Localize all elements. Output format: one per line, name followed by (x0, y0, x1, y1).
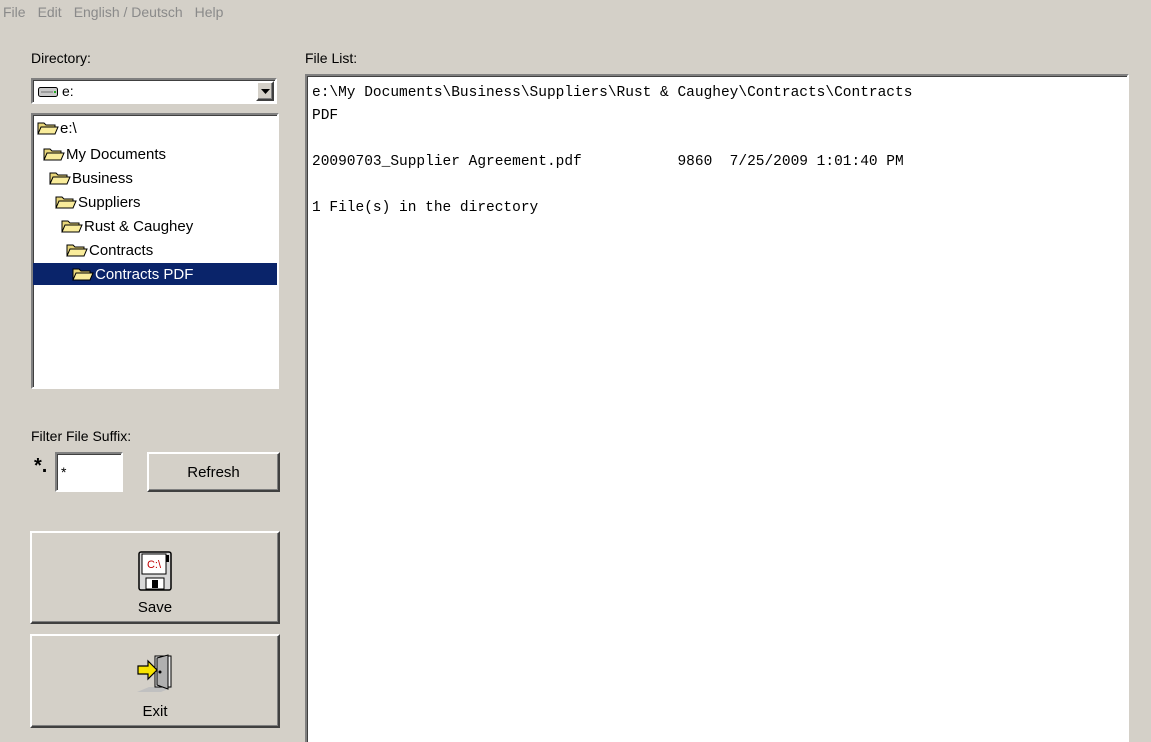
menu-help[interactable]: Help (189, 4, 230, 20)
tree-item-label: Contracts PDF (95, 265, 194, 283)
filter-prefix: *. (34, 455, 48, 477)
folder-open-icon (37, 122, 59, 135)
filter-label: Filter File Suffix: (31, 428, 132, 444)
menu-file[interactable]: File (0, 4, 32, 20)
tree-item-suppliers[interactable]: Suppliers (55, 191, 141, 213)
drive-icon (38, 87, 58, 97)
save-button[interactable]: C:\ Save (30, 531, 280, 624)
file-list-line: e:\My Documents\Business\Suppliers\Rust … (312, 85, 913, 101)
folder-open-icon (72, 268, 94, 281)
tree-item-label: Business (72, 169, 133, 187)
exit-label: Exit (142, 703, 168, 720)
refresh-button[interactable]: Refresh (147, 452, 280, 492)
directory-tree[interactable]: e:\ My Documents Business Suppliers Rust… (31, 113, 279, 389)
drive-select[interactable]: e: (31, 78, 277, 104)
drive-dropdown-button[interactable] (256, 81, 274, 101)
tree-item-root[interactable]: e:\ (37, 117, 77, 139)
folder-open-icon (61, 220, 83, 233)
refresh-label: Refresh (187, 463, 240, 481)
file-list-box[interactable]: e:\My Documents\Business\Suppliers\Rust … (305, 74, 1129, 742)
file-list-line: 1 File(s) in the directory (312, 200, 539, 216)
menu-edit[interactable]: Edit (32, 4, 68, 20)
exit-door-icon (135, 653, 175, 699)
tree-item-rust-caughey[interactable]: Rust & Caughey (61, 215, 193, 237)
file-list-line: PDF (312, 108, 339, 124)
tree-item-label: Contracts (89, 241, 154, 259)
chevron-down-icon (260, 88, 270, 94)
file-list-line: 20090703_Supplier Agreement.pdf 9860 7/2… (312, 154, 904, 170)
tree-item-my-documents[interactable]: My Documents (43, 143, 166, 165)
menu-language[interactable]: English / Deutsch (68, 4, 189, 20)
directory-label: Directory: (31, 50, 91, 66)
file-list-label: File List: (305, 50, 358, 66)
file-list-line (312, 174, 1127, 197)
tree-item-business[interactable]: Business (49, 167, 133, 189)
tree-item-label: Rust & Caughey (84, 217, 194, 235)
tree-item-contracts-pdf[interactable]: Contracts PDF (33, 263, 277, 285)
folder-open-icon (43, 148, 65, 161)
floppy-disk-icon: C:\ (138, 551, 172, 595)
folder-open-icon (66, 244, 88, 257)
folder-open-icon (49, 172, 71, 185)
save-label: Save (137, 599, 173, 616)
tree-item-label: My Documents (66, 145, 167, 163)
menu-bar: File Edit English / Deutsch Help (0, 0, 1151, 24)
drive-value: e: (62, 83, 74, 99)
tree-item-contracts[interactable]: Contracts (66, 239, 153, 261)
tree-item-label: Suppliers (78, 193, 141, 211)
folder-open-icon (55, 196, 77, 209)
filter-suffix-input[interactable] (55, 452, 123, 492)
exit-button[interactable]: Exit (30, 634, 280, 728)
tree-item-label: e:\ (60, 119, 77, 137)
svg-text:C:\: C:\ (147, 559, 162, 571)
file-list-line (312, 128, 1127, 151)
